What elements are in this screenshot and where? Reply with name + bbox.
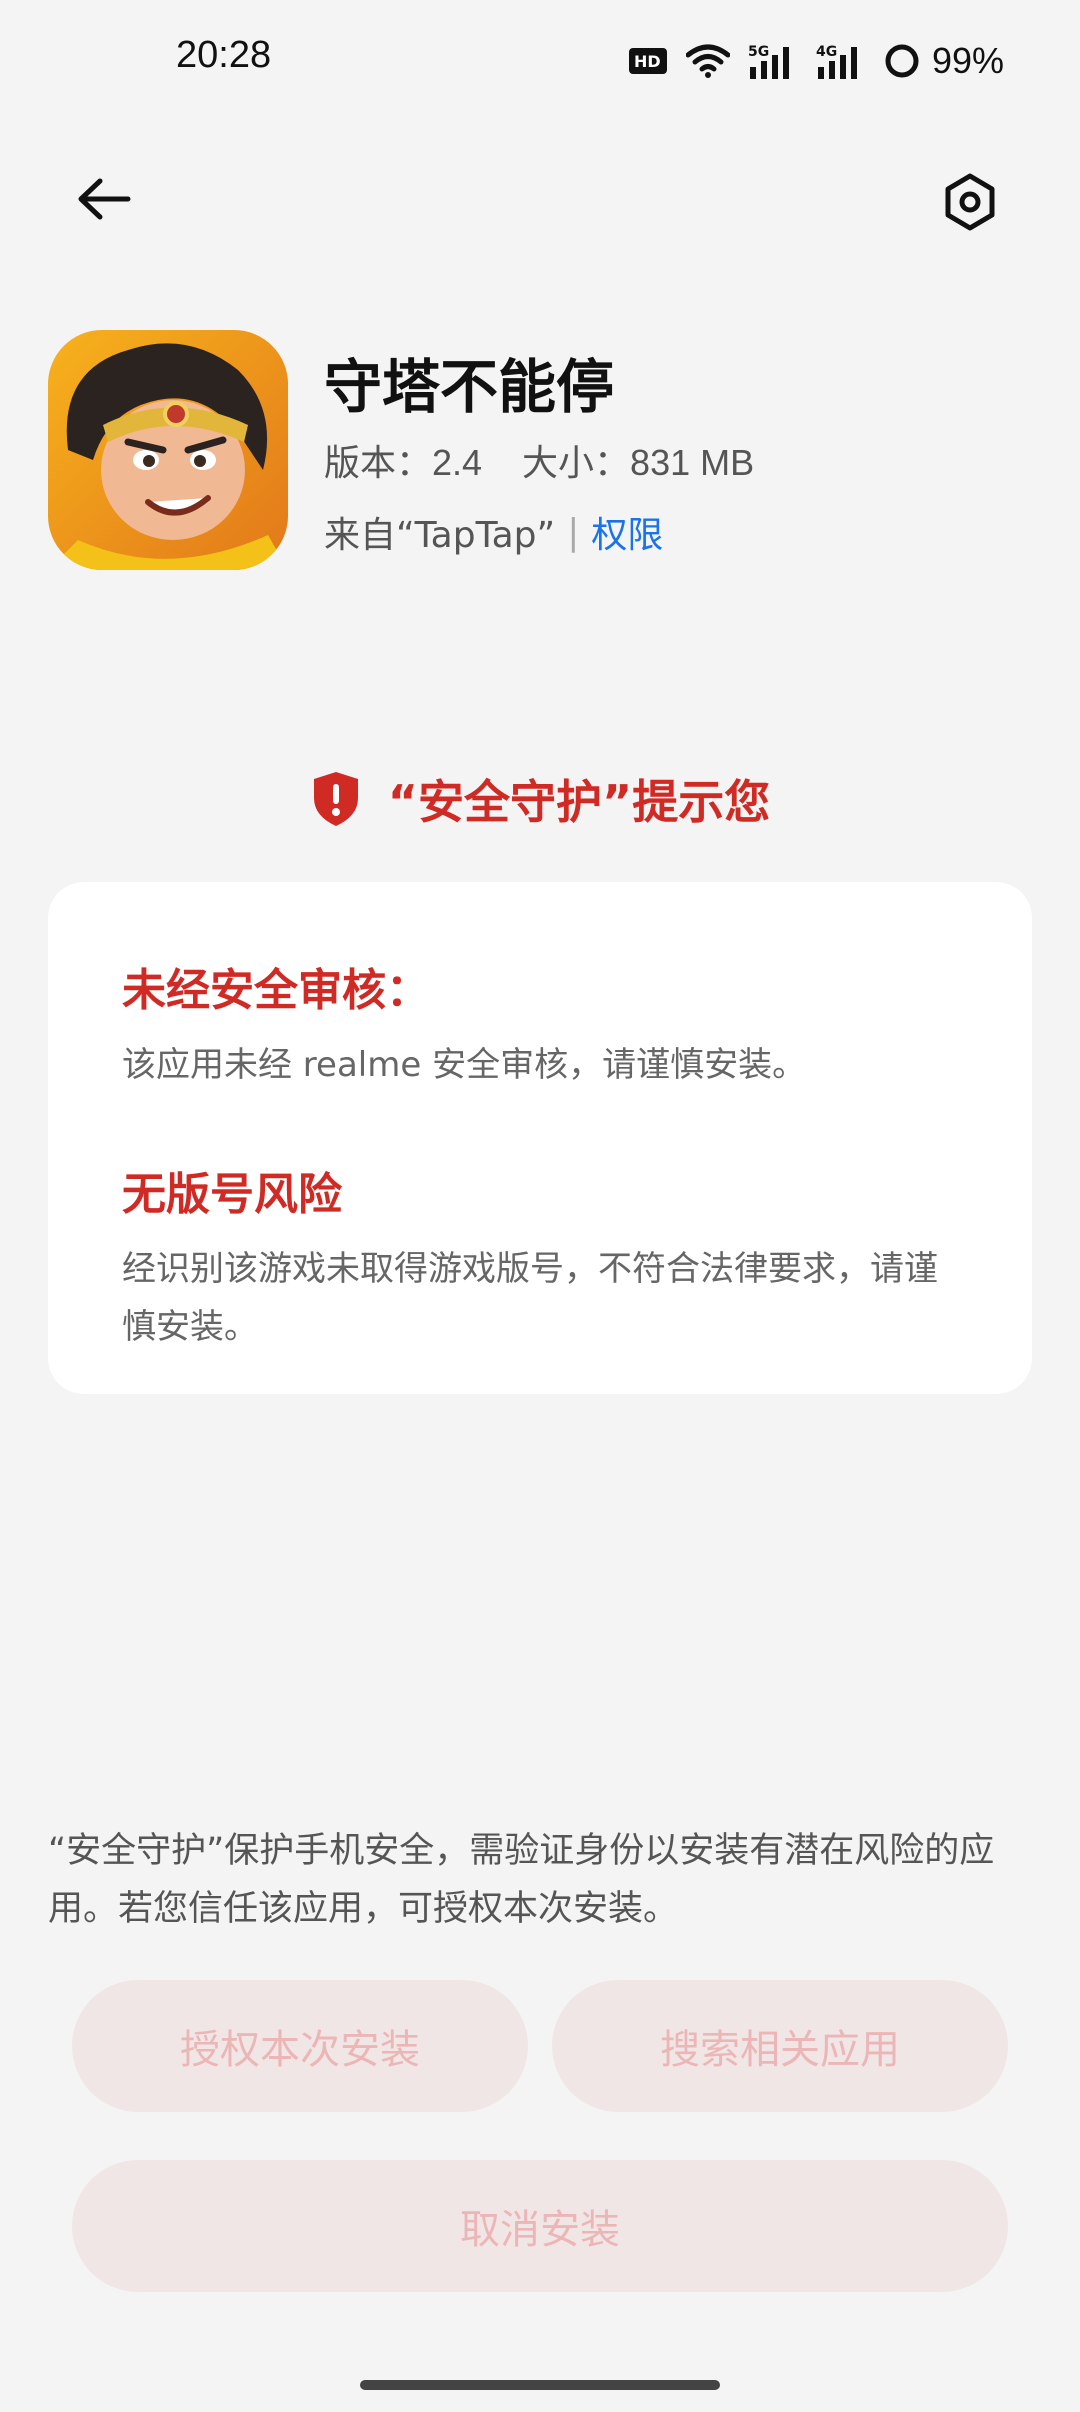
warning-title: 无版号风险 [122, 1169, 342, 1220]
hexagon-gear-icon [945, 173, 995, 231]
app-meta: 版本：2.4 大小：831 MB [324, 434, 754, 486]
warning-desc: 该应用未经 realme 安全审核，请谨慎安装。 [122, 1045, 807, 1085]
svg-text:4G: 4G [816, 44, 837, 60]
svg-text:5G: 5G [748, 44, 769, 60]
security-notice: “安全守护”保护手机安全，需验证身份以安装有潜在风险的应用。若您信任该应用，可授… [48, 1831, 995, 1929]
warning-title: 未经安全审核： [122, 965, 430, 1016]
app-name: 守塔不能停 [324, 353, 615, 421]
home-indicator[interactable] [360, 2380, 720, 2390]
warning-item: 无版号风险 经识别该游戏未取得游戏版号，不符合法律要求，请谨慎安装。 [122, 1158, 958, 1356]
settings-button[interactable] [930, 162, 1010, 242]
arrow-left-icon [78, 178, 131, 220]
signal-5g-icon: 5G [748, 44, 789, 79]
wifi-icon [685, 44, 730, 78]
search-related-apps-button[interactable]: 搜索相关应用 [552, 1980, 1008, 2112]
app-source-row: 来自“TapTap” | 权限 [324, 506, 663, 558]
battery-percent: 99% [931, 40, 1004, 81]
back-button[interactable] [64, 164, 144, 234]
app-source: 来自“TapTap” [324, 515, 556, 556]
svg-text:HD: HD [634, 52, 661, 71]
app-icon [48, 330, 288, 570]
app-version: 版本：2.4 [324, 442, 483, 483]
shield-alert-icon [313, 772, 358, 826]
warning-item: 未经安全审核： 该应用未经 realme 安全审核，请谨慎安装。 [122, 954, 958, 1094]
hd-icon: HD [628, 48, 667, 74]
install-warning-screen: 20:28 HD 5G 4G 99% 守塔不能停 版本：2.4 大小：831 M… [0, 0, 1080, 2412]
permission-link[interactable]: 权限 [591, 506, 663, 558]
authorize-install-button[interactable]: 授权本次安装 [72, 1980, 528, 2112]
status-icons: HD 5G 4G 99% [628, 36, 1004, 86]
warning-desc: 经识别该游戏未取得游戏版号，不符合法律要求，请谨慎安装。 [122, 1249, 938, 1347]
divider: | [567, 511, 580, 553]
battery-ring-icon [885, 44, 919, 78]
signal-4g-icon: 4G [816, 44, 857, 79]
security-header: “安全守护”提示您 [0, 766, 1080, 832]
cancel-install-button[interactable]: 取消安装 [72, 2160, 1008, 2292]
app-size: 大小：831 MB [522, 442, 755, 483]
status-time: 20:28 [176, 34, 272, 76]
security-title: “安全守护”提示您 [387, 775, 771, 829]
warning-card: 未经安全审核： 该应用未经 realme 安全审核，请谨慎安装。 无版号风险 经… [48, 882, 1032, 1394]
